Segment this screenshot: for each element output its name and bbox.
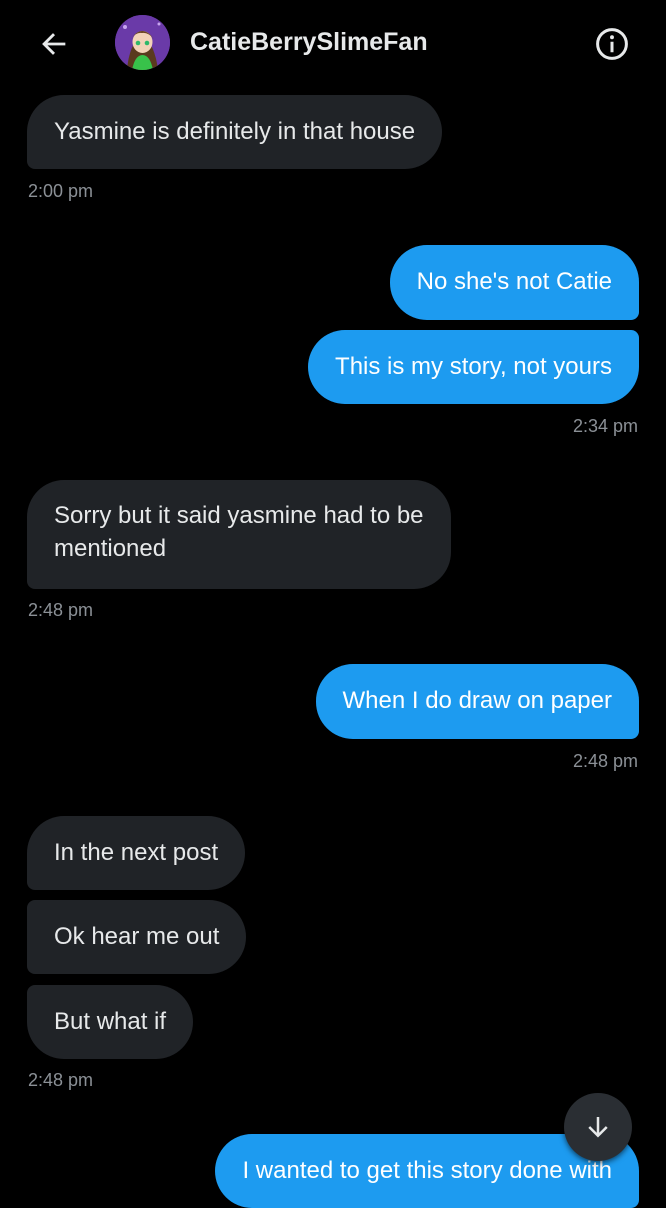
conversation-header: CatieBerrySlimeFan [0, 0, 666, 92]
avatar[interactable] [115, 15, 170, 70]
message-bubble-incoming[interactable]: In the next post [27, 816, 246, 890]
message-timestamp: 2:34 pm [572, 416, 638, 436]
message-text: Ok hear me out [54, 923, 220, 950]
message-bubble-incoming[interactable]: Sorry but it said yasmine had to be ment… [27, 480, 451, 589]
message-text: mentioned [54, 535, 167, 562]
message-bubble-incoming[interactable]: Yasmine is definitely in that house [27, 95, 443, 169]
message-text: But what if [54, 1008, 167, 1035]
message-text: In the next post [54, 839, 219, 866]
message-text: Sorry but it said yasmine had to be [54, 502, 424, 529]
message-bubble-outgoing[interactable]: This is my story, not yours [308, 330, 639, 404]
message-bubble-incoming[interactable]: Ok hear me out [27, 900, 247, 974]
message-text: This is my story, not yours [335, 353, 612, 380]
message-bubble-outgoing[interactable]: When I do draw on paper [315, 664, 639, 739]
message-bubble-outgoing[interactable]: No she's not Catie [389, 245, 639, 320]
conversation-username[interactable]: CatieBerrySlimeFan [190, 28, 428, 57]
scroll-to-bottom-button[interactable] [564, 1093, 632, 1161]
back-button[interactable] [34, 24, 74, 64]
message-text: Yasmine is definitely in that house [54, 118, 416, 145]
arrow-down-icon [588, 1117, 608, 1138]
arrow-left-icon [42, 33, 66, 55]
info-button[interactable] [592, 24, 632, 64]
message-text: No she's not Catie [416, 268, 612, 295]
info-circle-icon [596, 28, 628, 60]
message-timestamp: 2:00 pm [28, 181, 94, 201]
avatar-image [115, 15, 170, 70]
message-timestamp: 2:48 pm [572, 751, 638, 771]
message-bubble-incoming[interactable]: But what if [27, 985, 194, 1059]
message-text: I wanted to get this story done with [242, 1157, 612, 1184]
message-timestamp: 2:48 pm [28, 1070, 94, 1090]
message-timestamp: 2:48 pm [28, 600, 94, 620]
message-text: When I do draw on paper [342, 687, 613, 714]
